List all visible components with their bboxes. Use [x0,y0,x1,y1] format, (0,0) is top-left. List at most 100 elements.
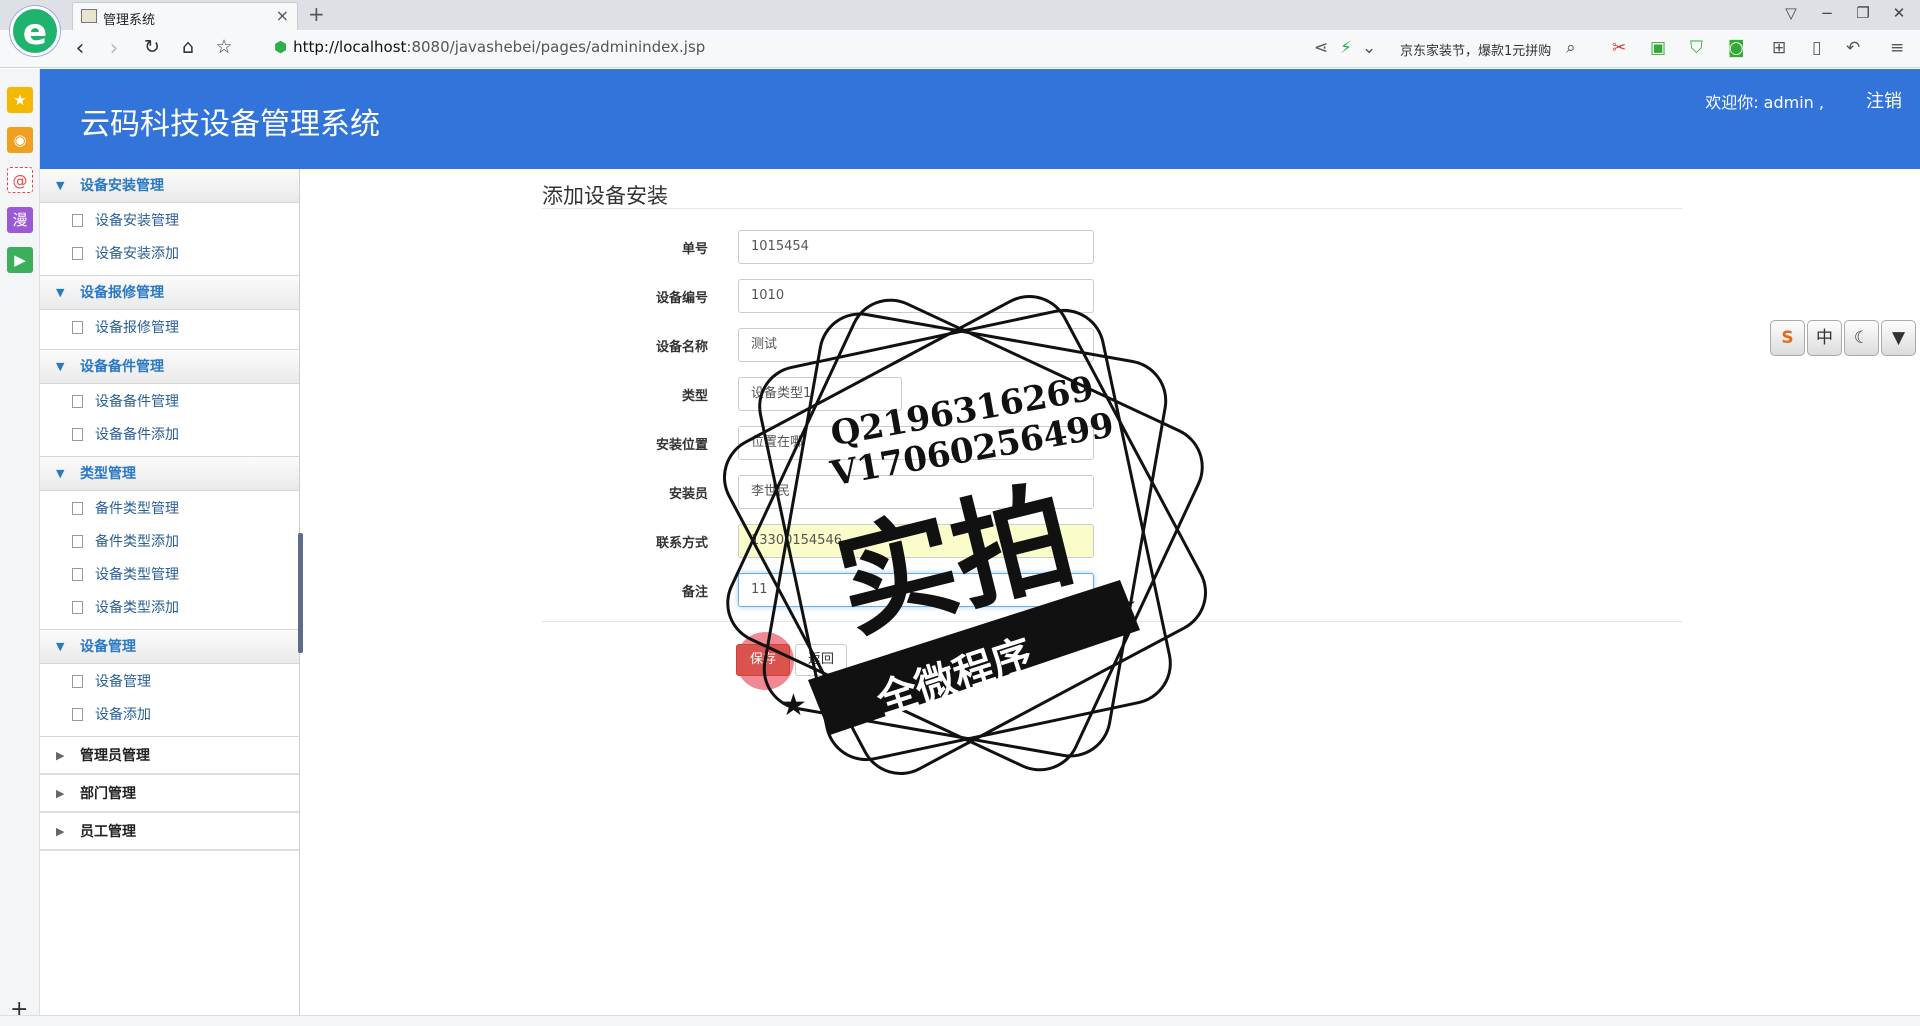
form-row-order-no: 单号 1015454 [542,230,1102,264]
panel-splitter[interactable] [298,533,303,653]
menu-group-employees[interactable]: ▶ 员工管理 [40,813,299,851]
back-icon[interactable]: ‹ [66,36,94,61]
skin-icon[interactable]: ▽ [1776,4,1806,22]
dropdown-icon[interactable]: ⌄ [1362,38,1376,58]
skin-shirt-icon[interactable]: ▼ [1881,320,1916,356]
collapsed-arrow-icon: ▶ [56,825,65,838]
ime-chinese-mode[interactable]: 中 [1807,320,1842,356]
document-icon [72,395,83,408]
form-divider [542,621,1682,622]
app-title: 云码科技设备管理系统 [80,107,380,142]
document-icon [72,502,83,515]
phone-icon[interactable]: ▯ [1812,38,1821,58]
sogou-logo-icon[interactable]: S [1770,320,1805,356]
tab-close-icon[interactable]: × [276,6,289,25]
field-label: 设备名称 [655,340,708,355]
device-code-input[interactable]: 1010 [738,279,1094,313]
menu-item-device-manage[interactable]: 设备管理 [40,666,299,699]
document-icon [72,535,83,548]
menu-group-label: 部门管理 [80,786,136,802]
menu-item-label: 设备备件添加 [95,427,179,443]
minimize-icon[interactable]: − [1812,4,1842,22]
menu-group-devices[interactable]: ▼ 设备管理 [40,630,299,664]
type-select[interactable]: 设备类型1 [738,377,902,411]
logout-link[interactable]: 注销 [1866,87,1902,113]
browser-tab[interactable]: 管理系统 × [72,2,298,30]
installer-input[interactable]: 李世民 [738,475,1094,509]
menu-item-spare-type-manage[interactable]: 备件类型管理 [40,493,299,526]
menu-group-spares[interactable]: ▼ 设备备件管理 [40,350,299,384]
address-bar[interactable]: ⬢ http://localhost:8080/javashebei/pages/… [274,38,705,56]
scissors-icon[interactable]: ✂ [1612,38,1626,58]
menu-item-label: 设备添加 [95,707,151,723]
menu-item-label: 设备备件管理 [95,394,179,410]
mail-icon[interactable]: @ [7,167,33,193]
browser-logo-icon: e [10,6,60,56]
collapsed-arrow-icon: ▶ [56,787,65,800]
expanded-arrow-icon: ▼ [56,286,65,299]
menu-item-device-add[interactable]: 设备添加 [40,699,299,732]
menu-item-spares-manage[interactable]: 设备备件管理 [40,386,299,419]
menu-group-install[interactable]: ▼ 设备安装管理 [40,169,299,203]
menu-item-spare-type-add[interactable]: 备件类型添加 [40,526,299,559]
menu-group-types[interactable]: ▼ 类型管理 [40,457,299,491]
menu-group-label: 员工管理 [80,824,136,840]
translate-icon[interactable]: ▣ [1650,38,1666,58]
reload-icon[interactable]: ↻ [138,36,166,58]
menu-item-label: 设备安装管理 [95,213,179,229]
forward-icon[interactable]: › [100,36,128,61]
secure-shield-icon: ⬢ [274,38,288,56]
menu-icon[interactable]: ≡ [1890,38,1904,58]
url-path: :8080/javashebei/pages/adminindex.jsp [406,38,706,56]
search-ad-text[interactable]: 京东家装节，爆款1元拼购 [1400,40,1551,59]
bookmark-star-icon[interactable]: ☆ [210,36,238,58]
document-icon [72,428,83,441]
menu-group-admins[interactable]: ▶ 管理员管理 [40,737,299,775]
share-icon[interactable]: ⋖ [1314,38,1328,58]
contact-input[interactable]: 13300154546 [738,524,1094,558]
weibo-icon[interactable]: ◉ [7,127,33,153]
game-icon[interactable]: ◙ [1728,38,1745,58]
ime-toolbar: S 中 ☾ ▼ [1770,320,1918,358]
menu-group-label: 设备报修管理 [80,285,164,301]
search-icon[interactable]: ⌕ [1566,38,1576,58]
expanded-arrow-icon: ▼ [56,640,65,653]
menu-item-label: 设备安装添加 [95,246,179,262]
shield-icon[interactable]: ⛉ [1690,38,1703,58]
app-header: 云码科技设备管理系统 欢迎你: admin , 注销 [40,69,1920,169]
moon-icon[interactable]: ☾ [1844,320,1879,356]
menu-item-spares-add[interactable]: 设备备件添加 [40,419,299,452]
page-favicon-icon [81,9,97,23]
expanded-arrow-icon: ▼ [56,360,65,373]
menu-item-device-type-manage[interactable]: 设备类型管理 [40,559,299,592]
video-icon[interactable]: ▶ [7,247,33,273]
save-button[interactable]: 保存 [736,644,790,676]
form-row-type: 类型 设备类型1 [542,377,1102,411]
new-tab-button[interactable]: + [308,2,325,26]
menu-group-departments[interactable]: ▶ 部门管理 [40,775,299,813]
expanded-arrow-icon: ▼ [56,467,65,480]
star-icon: ★ [780,688,807,723]
back-button[interactable]: 返回 [795,644,847,676]
menu-item-device-type-add[interactable]: 设备类型添加 [40,592,299,625]
apps-icon[interactable]: ⊞ [1772,38,1786,58]
restore-icon[interactable]: ❐ [1848,4,1878,22]
menu-item-install-add[interactable]: 设备安装添加 [40,238,299,271]
menu-group-repair[interactable]: ▼ 设备报修管理 [40,276,299,310]
remark-input[interactable]: 11 [738,573,1094,607]
menu-item-label: 设备管理 [95,674,151,690]
location-input[interactable]: 位置在哪 [738,426,1094,460]
menu-item-install-manage[interactable]: 设备安装管理 [40,205,299,238]
lightning-icon[interactable]: ⚡ [1340,38,1352,58]
window-close-icon[interactable]: ✕ [1884,4,1914,22]
undo-icon[interactable]: ↶ [1846,38,1860,58]
home-icon[interactable]: ⌂ [174,36,202,58]
tab-title: 管理系统 [103,13,156,28]
device-name-input[interactable]: 测试 [738,328,1094,362]
favorites-icon[interactable]: ★ [7,87,33,113]
order-no-input[interactable]: 1015454 [738,230,1094,264]
menu-item-repair-manage[interactable]: 设备报修管理 [40,312,299,345]
menu-item-label: 备件类型添加 [95,534,179,550]
star-icon: ★ [1110,588,1137,623]
comic-icon[interactable]: 漫 [7,207,33,233]
